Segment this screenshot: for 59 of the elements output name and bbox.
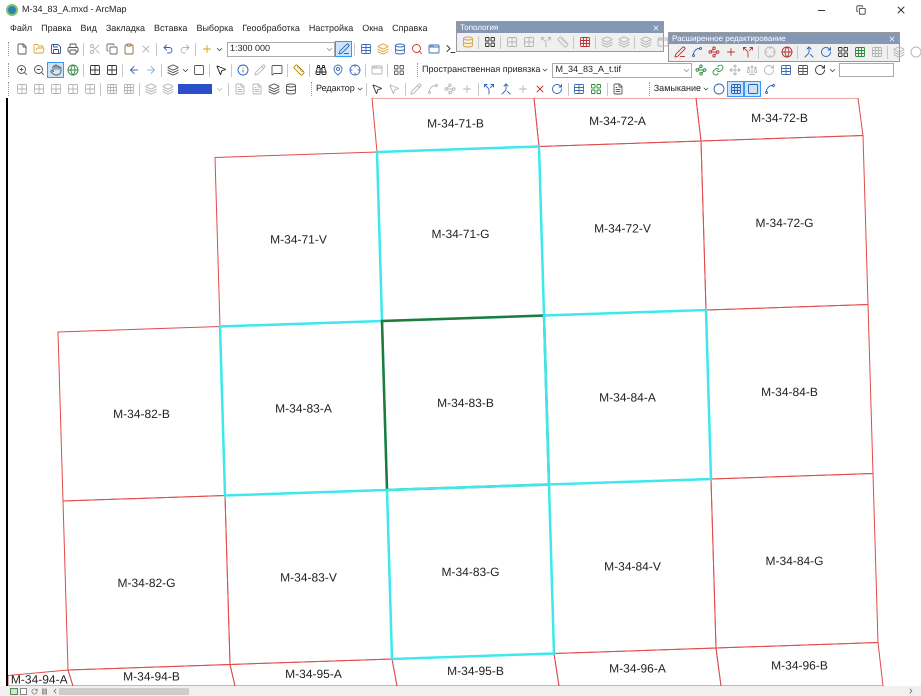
sheet-label: M-34-94-A — [10, 672, 68, 686]
layer-combo[interactable]: M_34_83_A_t.tif — [552, 62, 692, 78]
pan-icon[interactable] — [47, 62, 64, 78]
sheet-label: M-34-71-G — [432, 226, 490, 241]
window-title: M-34_83_A.mxd - ArcMap — [22, 3, 127, 16]
color-swatch[interactable] — [178, 84, 212, 94]
palette-close-icon[interactable] — [652, 24, 660, 32]
palette-title: Топология — [460, 24, 498, 32]
sheet-label: M-34-84-B — [761, 384, 818, 399]
sheet-label: M-34-84-V — [604, 559, 661, 574]
grid-snap-icon[interactable] — [727, 81, 744, 97]
menu-item[interactable]: Выборка — [196, 22, 234, 36]
menu-item[interactable]: Правка — [41, 22, 72, 36]
menu-item[interactable]: Окна — [362, 22, 384, 36]
sheet-label: M-34-95-B — [447, 664, 504, 678]
sheet-label: M-34-82-G — [118, 576, 176, 590]
sheet-label: M-34-84-A — [599, 390, 656, 404]
menu-item[interactable]: Справка — [392, 22, 428, 36]
palette-close-icon[interactable] — [888, 34, 896, 42]
sheet-label: M-34-84-G — [766, 554, 824, 568]
scroll-left-icon[interactable] — [51, 687, 59, 695]
caret-icon[interactable] — [356, 85, 364, 93]
scroll-right-icon[interactable] — [907, 687, 915, 695]
palette-title: Расширенное редактирование — [672, 34, 786, 42]
georeferencing-menu[interactable]: Пространственная привязка — [422, 63, 550, 77]
sheet-label: M-34-83-G — [442, 564, 500, 579]
sheet-label: M-34-94-B — [123, 670, 180, 684]
data-view-icon[interactable] — [10, 688, 18, 694]
square-snap-icon[interactable] — [744, 81, 761, 97]
app-globe-icon — [6, 4, 18, 16]
menu-item[interactable]: Вставка — [154, 22, 188, 36]
menu-item[interactable]: Геообработка — [242, 22, 300, 36]
layout-view-icon[interactable] — [20, 688, 27, 694]
scale-combo[interactable]: 1:300 000 — [227, 42, 335, 56]
sheet-label: M-34-95-A — [285, 666, 342, 681]
menu-item[interactable]: Настройка — [308, 22, 354, 36]
sheet-label: M-34-72-B — [751, 111, 808, 126]
sheet-label: M-34-71-V — [270, 232, 327, 246]
sheet-label: M-34-96-A — [609, 661, 666, 676]
menu-item[interactable]: Файл — [10, 22, 32, 36]
snapping-menu[interactable]: Замыкание — [654, 82, 710, 96]
sheet-label: M-34-82-B — [113, 406, 170, 421]
sheet-label: M-34-96-B — [771, 658, 828, 673]
pause-icon[interactable] — [41, 688, 48, 694]
sheet-label: M-34-83-A — [275, 401, 332, 416]
sheet-label: M-34-72-V — [594, 221, 651, 236]
sheet-label: M-34-72-G — [756, 216, 814, 230]
angle-input[interactable] — [839, 63, 894, 77]
scrollbar-thumb[interactable] — [59, 688, 189, 694]
sheet-label: M-34-83-B — [437, 396, 494, 410]
menu-item[interactable]: Вид — [80, 22, 97, 36]
sheet-label: M-34-71-B — [427, 116, 484, 131]
menu-item[interactable]: Закладка — [106, 22, 145, 36]
caret-icon[interactable] — [702, 85, 710, 93]
refresh-icon[interactable] — [31, 688, 38, 694]
sheet-label: M-34-83-V — [280, 570, 337, 584]
caret-icon[interactable] — [541, 66, 550, 74]
editor-menu[interactable]: Редактор — [316, 82, 364, 96]
sheet-label: M-34-72-A — [589, 114, 646, 128]
